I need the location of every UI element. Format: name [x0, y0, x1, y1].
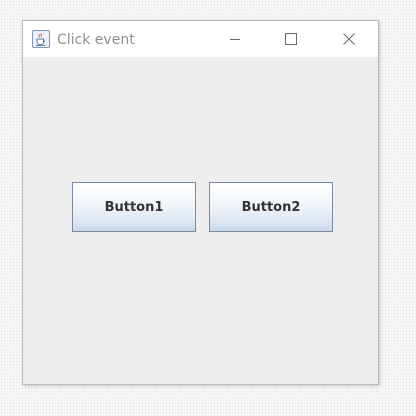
maximize-icon — [285, 30, 297, 49]
minimize-icon — [229, 30, 241, 49]
title-bar[interactable]: Click event — [23, 21, 378, 57]
minimize-button[interactable] — [212, 21, 258, 57]
close-icon — [343, 30, 355, 49]
window-title: Click event — [57, 32, 135, 48]
maximize-button[interactable] — [268, 21, 314, 57]
close-button[interactable] — [326, 21, 372, 57]
content-pane: Button1 Button2 — [23, 57, 378, 384]
java-cup-icon[interactable] — [32, 30, 50, 48]
app-window: Click event Button1 Button2 — [22, 20, 379, 385]
button1[interactable]: Button1 — [72, 182, 196, 232]
button2[interactable]: Button2 — [209, 182, 333, 232]
